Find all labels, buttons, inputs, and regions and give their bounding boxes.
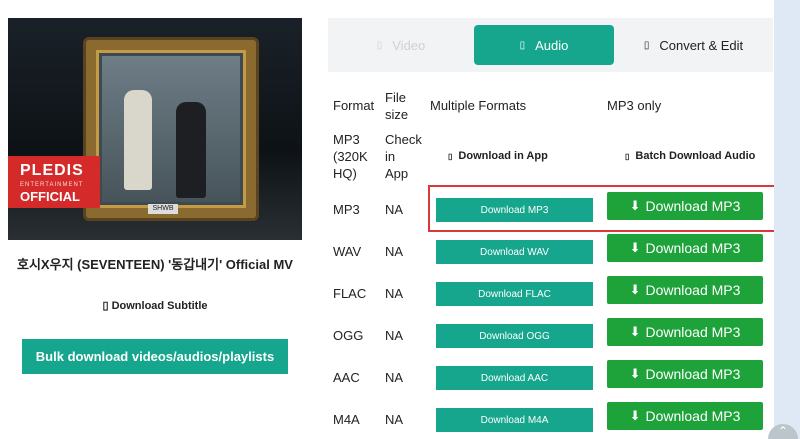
pledis-logo: PLEDIS ENTERTAINMENT OFFICIAL xyxy=(8,156,100,208)
download-icon: ⬇ xyxy=(629,240,641,255)
size-cell: NA xyxy=(385,202,404,217)
chevron-up-icon: ⌃ xyxy=(777,424,789,438)
download-mp3-only-button[interactable]: ⬇ Download MP3 xyxy=(607,276,763,304)
download-ogg-button[interactable]: Download OGG xyxy=(436,324,593,348)
download-icon: ⬇ xyxy=(629,408,641,423)
video-title: 호시X우지 (SEVENTEEN) '동갑내기' Official MV xyxy=(17,257,293,272)
audio-icon: ▯ xyxy=(519,39,526,51)
format-cell: MP3 xyxy=(333,202,360,217)
page-scrollbar[interactable] xyxy=(774,0,800,439)
header-mp3-only: MP3 only xyxy=(607,98,662,113)
video-panel: PLEDIS ENTERTAINMENT OFFICIAL SHWB 호시X우지… xyxy=(0,0,310,439)
app-icon: ▯ xyxy=(448,151,453,161)
thumbnail-tag: SHWB xyxy=(148,204,178,214)
format-cell: WAV xyxy=(333,244,362,259)
download-wav-button[interactable]: Download WAV xyxy=(436,240,593,264)
format-cell: M4A xyxy=(333,412,360,427)
download-aac-button[interactable]: Download AAC xyxy=(436,366,593,390)
download-icon: ⬇ xyxy=(629,366,641,381)
size-cell: NA xyxy=(385,328,404,343)
convert-icon: ▯ xyxy=(643,39,650,51)
download-mp3-only-button[interactable]: ⬇ Download MP3 xyxy=(607,318,763,346)
tab-convert-edit[interactable]: ▯ Convert & Edit xyxy=(614,25,773,65)
batch-icon: ▯ xyxy=(625,151,630,161)
header-filesize: File size xyxy=(385,90,409,122)
download-flac-button[interactable]: Download FLAC xyxy=(436,282,593,306)
bulk-download-button[interactable]: Bulk download videos/audios/playlists xyxy=(22,339,288,374)
download-subtitle-link[interactable]: ▯ Download Subtitle xyxy=(8,299,302,312)
size-cell: NA xyxy=(385,370,404,385)
format-cell-mp3-hq: MP3 (320K HQ) xyxy=(333,132,368,181)
format-cell: OGG xyxy=(333,328,364,343)
download-mp3-only-button[interactable]: ⬇ Download MP3 xyxy=(607,402,763,430)
format-cell: AAC xyxy=(333,370,360,385)
header-multiple-formats: Multiple Formats xyxy=(430,98,527,113)
thumbnail-person-2 xyxy=(176,102,206,198)
size-cell: NA xyxy=(385,286,404,301)
download-icon: ⬇ xyxy=(629,324,641,339)
format-cell: FLAC xyxy=(333,286,367,301)
format-tabs: ▯ Video ▯ Audio ▯ Convert & Edit xyxy=(328,18,773,72)
size-cell: NA xyxy=(385,412,404,427)
tab-video[interactable]: ▯ Video xyxy=(328,25,474,65)
size-cell-check-app: Check in App xyxy=(385,132,422,181)
download-mp3-only-button[interactable]: ⬇ Download MP3 xyxy=(607,234,763,262)
header-format: Format xyxy=(333,98,375,113)
highlight-box xyxy=(428,185,777,232)
thumbnail-person-1 xyxy=(124,90,152,190)
download-icon: ⬇ xyxy=(629,282,641,297)
download-m4a-button[interactable]: Download M4A xyxy=(436,408,593,432)
tab-audio[interactable]: ▯ Audio xyxy=(474,25,614,65)
video-thumbnail[interactable]: PLEDIS ENTERTAINMENT OFFICIAL SHWB xyxy=(8,18,302,240)
size-cell: NA xyxy=(385,244,404,259)
download-mp3-only-button[interactable]: ⬇ Download MP3 xyxy=(607,360,763,388)
subtitle-icon: ▯ xyxy=(102,300,112,312)
video-icon: ▯ xyxy=(376,39,383,51)
download-in-app-button[interactable]: ▯ Download in App xyxy=(448,150,548,162)
thumbnail-frame xyxy=(86,40,256,218)
batch-download-audio-button[interactable]: ▯ Batch Download Audio xyxy=(625,150,755,162)
